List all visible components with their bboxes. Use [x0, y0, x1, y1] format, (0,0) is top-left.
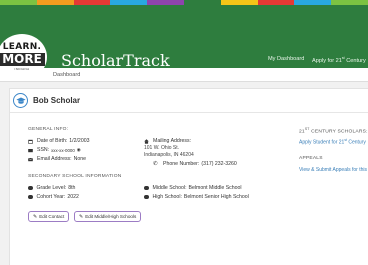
appeals-heading: APPEALS: [299, 156, 323, 161]
edit-schools-label: Edit Middle/High Schools: [85, 214, 137, 219]
eye-icon[interactable]: ◉: [77, 147, 81, 153]
middle-school-field: Middle School: Belmont Middle School: [144, 185, 242, 191]
middle-school-label: Middle School:: [152, 185, 187, 191]
nav-my-dashboard[interactable]: My Dashboard: [268, 56, 304, 62]
dob-value: 1/2/2003: [69, 138, 90, 144]
grade-level-value: 8th: [68, 185, 76, 191]
bullet-icon: [28, 185, 33, 191]
phone-label: Phone Number:: [163, 161, 200, 167]
nav-apply-prefix: Apply for 21: [312, 57, 342, 64]
apply-link-prefix: Apply Student for 21: [299, 139, 345, 146]
apply-link-suffix: Century: [346, 139, 366, 146]
edit-contact-button[interactable]: ✎ Edit Contact: [28, 211, 70, 222]
student-card-header: Bob Scholar: [10, 89, 368, 113]
ssn-value: xxx-xx-0000: [51, 147, 75, 153]
breadcrumb-dashboard[interactable]: Dashboard: [53, 72, 80, 78]
nav-apply-suffix: Century: [344, 57, 366, 64]
grade-level-field: Grade Level: 8th: [28, 185, 75, 191]
middle-school-value: Belmont Middle School: [188, 185, 242, 191]
email-label: Email Address:: [37, 156, 72, 162]
grade-level-label: Grade Level:: [36, 185, 67, 191]
student-name: Bob Scholar: [33, 96, 81, 105]
calendar-icon: [28, 139, 33, 144]
edit-schools-button[interactable]: ✎ Edit Middle/High Schools: [74, 211, 142, 222]
pencil-icon: ✎: [33, 213, 38, 220]
scholars-heading: 21ST CENTURY SCHOLARS:: [299, 127, 368, 135]
app-title[interactable]: ScholarTrack: [61, 53, 170, 69]
envelope-icon: [28, 157, 33, 162]
high-school-value: Belmont Senior High School: [183, 194, 249, 200]
nav-apply-21st-century[interactable]: Apply for 21st Century: [312, 56, 366, 64]
cohort-year-field: Cohort Year: 2022: [28, 194, 79, 200]
mailing-address-field: Mailing Address:: [144, 138, 191, 144]
bullet-icon: [144, 185, 149, 191]
bullet-icon: [28, 194, 33, 200]
high-school-label: High School:: [152, 194, 182, 200]
cohort-year-value: 2022: [67, 194, 79, 200]
ssn-field: SSN: xxx-xx-0000 ◉: [28, 147, 81, 153]
graduation-cap-icon: [13, 93, 28, 108]
email-field: Email Address: None: [28, 156, 86, 162]
logo-line-3: INDIANA: [14, 67, 30, 72]
appeals-link[interactable]: View & Submit Appeals for this: [299, 167, 367, 173]
high-school-field: High School: Belmont Senior High School: [144, 194, 249, 200]
logo-line-2: MORE: [0, 52, 45, 67]
top-header-bar: ScholarTrack My Dashboard Apply for 21st…: [0, 5, 368, 69]
email-value: None: [73, 156, 87, 162]
pencil-icon: ✎: [79, 213, 84, 220]
secondary-school-heading: SECONDARY SCHOOL INFORMATION: [28, 174, 122, 179]
ssn-label: SSN:: [37, 147, 50, 153]
dob-label: Date of Birth:: [37, 138, 68, 144]
home-icon: [144, 138, 149, 144]
bullet-icon: [144, 194, 149, 200]
phone-icon: ✆: [153, 161, 158, 167]
mailing-address-label: Mailing Address:: [153, 138, 192, 144]
cohort-year-label: Cohort Year:: [36, 194, 66, 200]
logo-line-1: LEARN.: [2, 41, 42, 52]
mailing-address-line-1: 101 W. Ohio St.: [144, 145, 180, 151]
apply-21st-century-link[interactable]: Apply Student for 21st Century: [299, 138, 366, 146]
phone-value: (317) 232-3260: [201, 161, 237, 167]
phone-field: ✆ Phone Number: (317) 232-3260: [153, 161, 237, 167]
dob-field: Date of Birth: 1/2/2003: [28, 138, 89, 144]
id-card-icon: [28, 148, 33, 153]
edit-contact-label: Edit Contact: [39, 214, 65, 219]
mailing-address-line-2: Indianapolis, IN 46204: [144, 152, 194, 158]
breadcrumb-bar: Dashboard: [0, 68, 368, 82]
scholars-heading-suffix: CENTURY SCHOLARS:: [309, 129, 368, 135]
general-info-heading: GENERAL INFO:: [28, 127, 69, 132]
